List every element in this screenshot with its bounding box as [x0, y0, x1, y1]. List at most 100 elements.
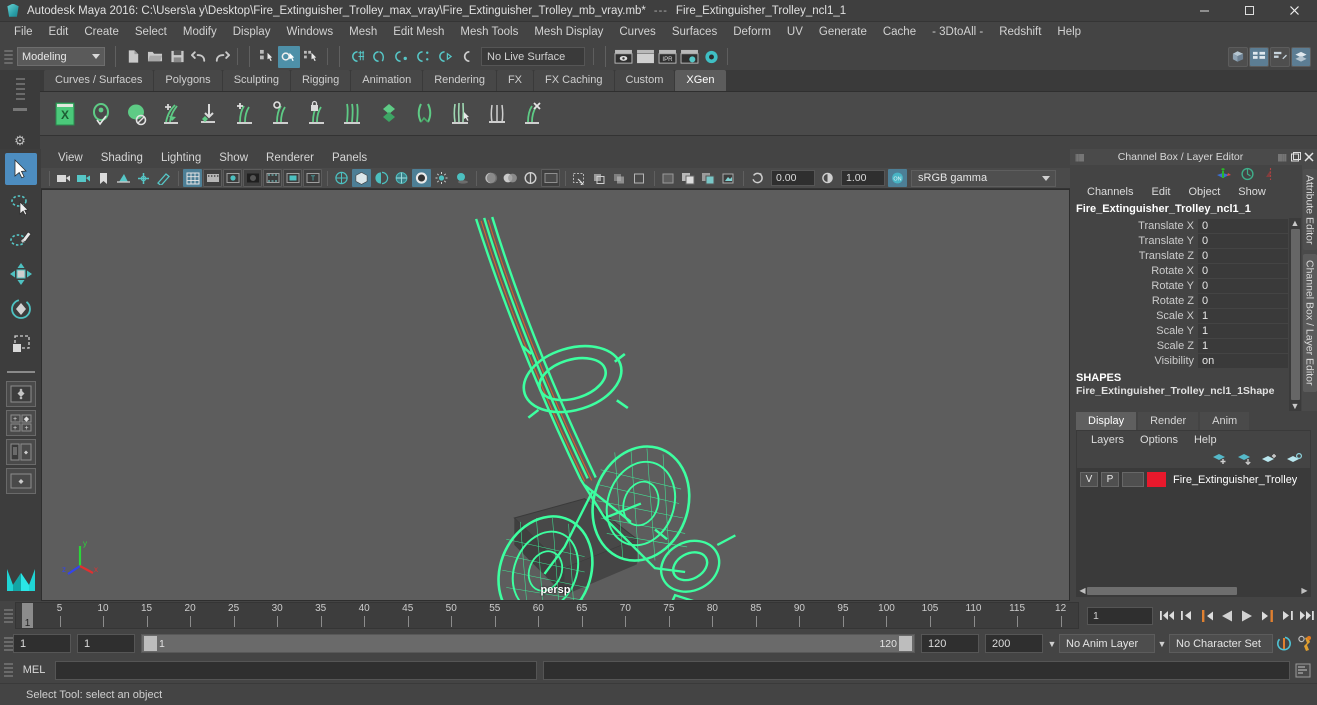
panel-undock-button[interactable] [1289, 151, 1302, 164]
menu-redshift[interactable]: Redshift [991, 22, 1049, 43]
close-button[interactable] [1272, 0, 1317, 22]
shelf-tab-menu-icon[interactable] [13, 108, 27, 111]
shelf-tab-fx[interactable]: FX [496, 70, 534, 91]
channel-value[interactable]: 0 [1198, 248, 1288, 263]
xgen-part-icon[interactable] [446, 99, 476, 129]
menu-create[interactable]: Create [76, 22, 127, 43]
play-backwards-icon[interactable] [1217, 606, 1237, 626]
panel-grip[interactable]: |||||||| [1075, 153, 1085, 162]
channel-value[interactable]: 0 [1198, 293, 1288, 308]
xray-active-components-icon[interactable] [630, 169, 649, 187]
xgen-preview-icon[interactable] [122, 99, 152, 129]
channel-value[interactable]: 0 [1198, 233, 1288, 248]
xgen-editor-icon[interactable]: X [50, 99, 80, 129]
view-transform-enabled-icon[interactable]: ON [888, 169, 907, 187]
current-time-indicator[interactable]: 1 [22, 603, 33, 628]
gamma-field[interactable]: 1.00 [841, 170, 885, 186]
channel-box-menu-show[interactable]: Show [1229, 186, 1275, 198]
snap-to-view-plane-icon[interactable] [434, 46, 456, 68]
xgen-add-density-icon[interactable] [230, 99, 260, 129]
viewport-menu-show[interactable]: Show [210, 149, 257, 168]
channel-row[interactable]: Scale X 1 [1070, 308, 1302, 323]
perspective-viewport[interactable]: y z x persp [41, 189, 1070, 601]
channel-row[interactable]: Visibility on [1070, 353, 1302, 368]
undo-icon[interactable] [188, 46, 210, 68]
shade-selected-items-icon[interactable] [372, 169, 391, 187]
shadows-icon[interactable] [452, 169, 471, 187]
manipulator-icon[interactable] [1214, 167, 1232, 181]
save-scene-icon[interactable] [166, 46, 188, 68]
layer-name[interactable]: Fire_Extinguisher_Trolley [1173, 474, 1297, 486]
wireframe-on-shaded-icon[interactable] [392, 169, 411, 187]
safe-action-icon[interactable] [283, 169, 302, 187]
menu-edit-mesh[interactable]: Edit Mesh [385, 22, 452, 43]
channel-row[interactable]: Translate Y 0 [1070, 233, 1302, 248]
snap-to-point-icon[interactable] [390, 46, 412, 68]
maximize-button[interactable] [1227, 0, 1272, 22]
channel-row[interactable]: Rotate Y 0 [1070, 278, 1302, 293]
playback-end-time-field[interactable]: 120 [921, 634, 979, 653]
snap-to-projected-center-icon[interactable] [412, 46, 434, 68]
layer-row[interactable]: V P Fire_Extinguisher_Trolley [1080, 471, 1307, 488]
render-settings-icon[interactable] [678, 46, 700, 68]
animation-end-time-field[interactable]: 200 [985, 634, 1043, 653]
gate-mask-icon[interactable] [243, 169, 262, 187]
xgen-noise-icon[interactable] [374, 99, 404, 129]
snap-to-grid-icon[interactable] [346, 46, 368, 68]
grease-pencil-icon[interactable] [154, 169, 173, 187]
statusline-grip[interactable] [4, 47, 13, 67]
channel-box-menu-edit[interactable]: Edit [1142, 186, 1179, 198]
make-live-icon[interactable] [456, 46, 478, 68]
xray-joints-icon[interactable] [610, 169, 629, 187]
lasso-select-tool-icon[interactable] [5, 188, 37, 220]
shelf-grip[interactable] [15, 76, 25, 102]
panel-close-button[interactable] [1302, 151, 1315, 164]
range-slider-grip[interactable] [4, 634, 13, 654]
menu-mesh[interactable]: Mesh [341, 22, 385, 43]
channel-value[interactable]: 0 [1198, 278, 1288, 293]
exposure-field[interactable]: 0.00 [771, 170, 815, 186]
character-set-selector[interactable]: No Character Set [1169, 634, 1273, 653]
xgen-region-icon[interactable] [482, 99, 512, 129]
channel-row[interactable]: Scale Z 1 [1070, 338, 1302, 353]
xgen-import-icon[interactable] [194, 99, 224, 129]
layer-tab-anim[interactable]: Anim [1200, 412, 1250, 430]
gear-icon[interactable]: ⚙ [14, 133, 26, 149]
layer-list-horizontal-scrollbar[interactable]: ◀ ▶ [1077, 585, 1310, 596]
side-tab-attribute-editor[interactable]: Attribute Editor [1302, 169, 1317, 251]
new-scene-icon[interactable] [122, 46, 144, 68]
channel-value[interactable]: on [1198, 353, 1288, 368]
time-slider-grip[interactable] [4, 606, 13, 626]
menu-uv[interactable]: UV [779, 22, 811, 43]
grid-icon[interactable] [183, 169, 202, 187]
channel-box-shape-name[interactable]: Fire_Extinguisher_Trolley_ncl1_1Shape [1070, 385, 1302, 396]
xgen-clear-icon[interactable] [518, 99, 548, 129]
select-camera-icon[interactable] [54, 169, 73, 187]
viewport-menu-view[interactable]: View [49, 149, 92, 168]
hscrollbar-thumb[interactable] [1087, 586, 1237, 595]
shelf-tab-xgen[interactable]: XGen [675, 70, 726, 91]
layer-menu-options[interactable]: Options [1132, 434, 1186, 446]
scroll-right-icon[interactable]: ▶ [1300, 586, 1309, 595]
layer-list[interactable]: V P Fire_Extinguisher_Trolley [1077, 468, 1310, 585]
hypershade-icon[interactable] [700, 46, 722, 68]
shelf-tab-rigging[interactable]: Rigging [290, 70, 351, 91]
layer-menu-layers[interactable]: Layers [1083, 434, 1132, 446]
command-line-grip[interactable] [4, 661, 13, 679]
show-hide-attribute-editor-icon[interactable] [1249, 46, 1269, 67]
object-display-icon[interactable] [659, 169, 678, 187]
channel-row[interactable]: Rotate Z 0 [1070, 293, 1302, 308]
channel-row[interactable]: Translate X 0 [1070, 218, 1302, 233]
show-hide-channel-box-icon[interactable] [1291, 46, 1311, 67]
symmetry-icon[interactable] [1263, 167, 1278, 181]
channel-box-scrollbar[interactable]: ▲ ▼ [1289, 218, 1301, 411]
select-tool-icon[interactable] [4, 153, 37, 185]
menu-select[interactable]: Select [127, 22, 175, 43]
channel-value[interactable]: 1 [1198, 338, 1288, 353]
resolution-gate-icon[interactable] [223, 169, 242, 187]
script-editor-icon[interactable] [1293, 660, 1313, 680]
show-hide-tool-settings-icon[interactable] [1270, 46, 1290, 67]
anim-layer-selector[interactable]: No Anim Layer [1059, 634, 1155, 653]
animation-start-time-field[interactable]: 1 [13, 634, 71, 653]
range-slider-bar[interactable]: 1 120 [141, 634, 915, 653]
